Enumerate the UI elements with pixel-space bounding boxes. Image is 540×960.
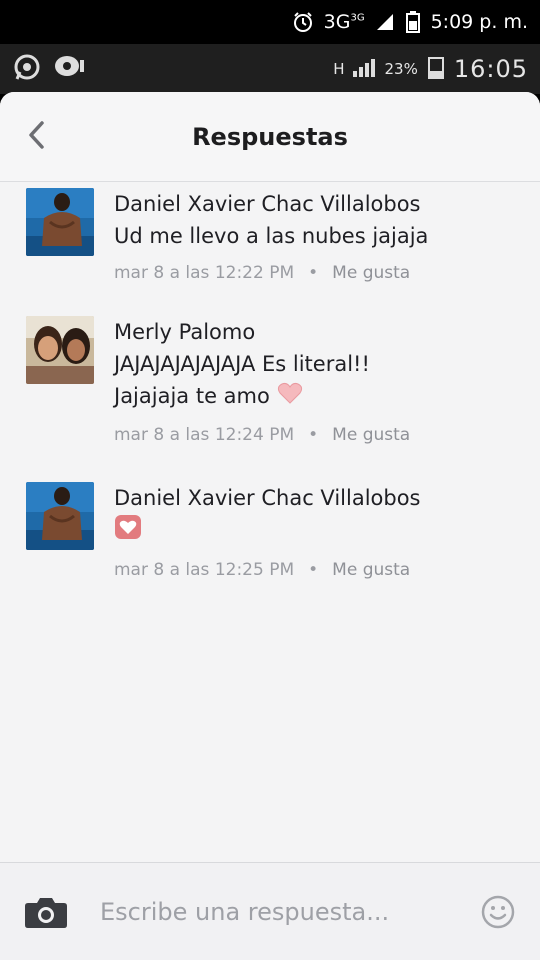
separator-dot: • [308, 263, 319, 283]
whatsapp-icon [12, 52, 42, 86]
screenshot-clock: 16:05 [453, 55, 528, 83]
network-h-label: H [333, 60, 345, 78]
comment-author[interactable]: Daniel Xavier Chac Villalobos [114, 188, 516, 220]
signal-icon [375, 12, 395, 32]
comment-text: JAJAJAJAJAJAJA Es literal!! [114, 352, 370, 376]
like-button[interactable]: Me gusta [332, 256, 410, 290]
chat-bubble-icon [52, 52, 86, 86]
battery-icon [426, 55, 446, 83]
comment-text [114, 514, 516, 549]
page-title: Respuestas [192, 122, 348, 151]
comment-meta: mar 8 a las 12:25 PM • Me gusta [114, 553, 516, 587]
separator-dot: • [308, 424, 319, 445]
comment-time: mar 8 a las 12:24 PM [114, 424, 295, 445]
replies-screen: Respuestas Daniel Xavier Chac Villalobos… [0, 92, 540, 960]
device-status-bar: 3G3G 5:09 p. m. [0, 0, 540, 44]
comment-item: Daniel Xavier Chac Villalobos mar 8 a la… [0, 481, 540, 587]
avatar[interactable] [26, 316, 94, 384]
like-button[interactable]: Me gusta [332, 418, 410, 452]
avatar[interactable] [26, 188, 94, 256]
avatar[interactable] [26, 481, 94, 550]
network-type: 3G3G [323, 11, 365, 33]
comment-meta: mar 8 a las 12:24 PM • Me gusta [114, 418, 516, 452]
emoji-icon[interactable] [480, 894, 516, 930]
comment-text: Ud me llevo a las nubes jajaja [114, 224, 429, 248]
alarm-icon [292, 11, 314, 33]
signal-bars-icon [352, 57, 376, 81]
comment-author[interactable]: Daniel Xavier Chac Villalobos [114, 482, 516, 514]
heart-emoji-icon [114, 514, 142, 549]
comment-body: Daniel Xavier Chac Villalobos mar 8 a la… [114, 482, 516, 587]
back-button[interactable] [22, 120, 52, 154]
comment-item: Daniel Xavier Chac Villalobos Ud me llev… [0, 188, 540, 290]
chevron-left-icon [26, 120, 48, 154]
comment-time: mar 8 a las 12:25 PM [114, 559, 295, 580]
screenshot-status-bar: H 23% 16:05 [0, 44, 540, 94]
comment-item: Merly Palomo JAJAJAJAJAJAJA Es literal!!… [0, 316, 540, 452]
comment-text-line: Jajajaja te amo [114, 380, 516, 414]
comment-list: Daniel Xavier Chac Villalobos Ud me llev… [0, 182, 540, 587]
separator-dot: • [308, 559, 319, 580]
heart-emoji-icon [277, 381, 303, 414]
camera-icon[interactable] [24, 895, 68, 929]
like-button[interactable]: Me gusta [332, 553, 410, 587]
reply-composer [0, 862, 540, 960]
battery-percent: 23% [384, 60, 418, 78]
comment-body: Daniel Xavier Chac Villalobos Ud me llev… [114, 188, 516, 290]
device-time: 5:09 p. m. [430, 11, 528, 33]
comment-author[interactable]: Merly Palomo [114, 316, 516, 348]
battery-icon [405, 11, 421, 33]
header: Respuestas [0, 92, 540, 182]
reply-input[interactable] [100, 897, 468, 926]
comment-body: Merly Palomo JAJAJAJAJAJAJA Es literal!!… [114, 316, 516, 452]
comment-meta: mar 8 a las 12:22 PM • Me gusta [114, 256, 516, 290]
comment-time: mar 8 a las 12:22 PM [114, 263, 295, 283]
comment-text-second: Jajajaja te amo [114, 384, 270, 408]
